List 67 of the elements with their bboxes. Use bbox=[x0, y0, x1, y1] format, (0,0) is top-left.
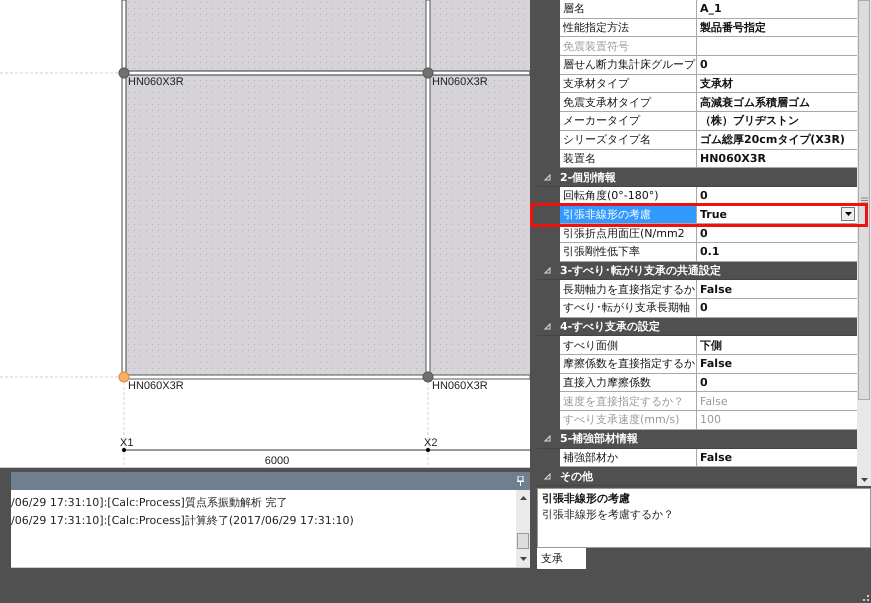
property-name[interactable]: 摩擦係数を直接指定するか bbox=[560, 355, 697, 374]
property-name[interactable]: 引張剛性低下率 bbox=[560, 242, 697, 262]
category-label: その他 bbox=[560, 468, 593, 484]
property-value[interactable]: 支承材 bbox=[700, 76, 733, 92]
scroll-thumb[interactable] bbox=[517, 532, 529, 548]
category-header[interactable]: 4-すべり支承の設定 bbox=[537, 318, 857, 336]
property-value[interactable]: 下側 bbox=[700, 338, 722, 353]
scrollbar[interactable] bbox=[857, 0, 871, 486]
pin-icon[interactable] bbox=[517, 476, 524, 486]
property-value[interactable]: 0.1 bbox=[700, 245, 720, 258]
property-value[interactable]: False bbox=[700, 357, 732, 370]
axis-label: X2 bbox=[424, 437, 438, 449]
collapse-icon[interactable] bbox=[544, 323, 551, 330]
device-label: HN060X3R bbox=[432, 76, 488, 88]
category-header[interactable]: 3-すべり･転がり支承の共通設定 bbox=[537, 262, 857, 280]
tab[interactable]: 支承 bbox=[537, 548, 586, 569]
property-value[interactable]: True bbox=[700, 208, 728, 221]
caret-icon bbox=[844, 212, 852, 216]
property-name[interactable]: すべり･転がり支承長期軸 bbox=[560, 299, 697, 318]
property-name[interactable]: 直接入力摩擦係数 bbox=[560, 374, 697, 392]
down-arrow-icon[interactable] bbox=[520, 557, 526, 561]
property-value[interactable]: False bbox=[700, 450, 732, 464]
property-name[interactable]: 装置名 bbox=[560, 150, 697, 168]
property-name[interactable]: 免震支承材タイプ bbox=[560, 93, 697, 112]
grip-icon[interactable] bbox=[860, 196, 868, 204]
node-marker[interactable] bbox=[118, 372, 130, 382]
device-label: HN060X3R bbox=[128, 380, 184, 392]
node-marker[interactable] bbox=[422, 372, 434, 382]
property-name[interactable]: 性能指定方法 bbox=[560, 18, 697, 38]
category-label: 2-個別情報 bbox=[560, 170, 616, 185]
property-name[interactable]: シリーズタイプ名 bbox=[560, 130, 697, 150]
collapse-icon[interactable] bbox=[544, 174, 551, 181]
resize-grip-icon[interactable] bbox=[863, 595, 869, 601]
log-line: /06/29 17:31:10]:[Calc:Process]計算終了(2017/06/29 17:31:10) bbox=[11, 513, 355, 529]
category-header[interactable]: 5-補強部材情報 bbox=[537, 430, 857, 448]
collapse-icon[interactable] bbox=[544, 266, 551, 274]
description-title: 引張非線形の考慮 bbox=[542, 491, 631, 507]
collapse-icon[interactable] bbox=[544, 472, 551, 480]
property-name[interactable]: 長期軸力を直接指定するか bbox=[560, 280, 697, 299]
category-label: 5-補強部材情報 bbox=[560, 431, 638, 446]
property-name[interactable]: 層名 bbox=[560, 0, 697, 19]
log-line: /06/29 17:31:10]:[Calc:Process]質点系振動解析 完了 bbox=[11, 495, 288, 511]
category-label: 4-すべり支承の設定 bbox=[560, 319, 660, 334]
property-name[interactable]: 支承材タイプ bbox=[560, 74, 697, 94]
scrollbar[interactable] bbox=[516, 490, 530, 567]
property-name[interactable]: 補強部材か bbox=[560, 448, 697, 468]
property-name[interactable]: すべり面側 bbox=[560, 336, 697, 356]
axis-label: X1 bbox=[120, 437, 134, 449]
property-value[interactable]: 0 bbox=[700, 58, 708, 72]
collapse-icon[interactable] bbox=[544, 435, 551, 442]
property-value[interactable]: 0 bbox=[700, 189, 708, 202]
description-text: 引張非線形を考慮するか？ bbox=[542, 507, 675, 523]
property-value[interactable]: A_1 bbox=[700, 2, 722, 16]
device-label: HN060X3R bbox=[128, 76, 184, 88]
node-marker[interactable] bbox=[118, 68, 130, 78]
dropdown-button[interactable] bbox=[841, 207, 855, 222]
property-value[interactable]: False bbox=[700, 282, 732, 296]
property-name[interactable]: 層せん断力集計床グループ bbox=[560, 56, 697, 75]
device-label: HN060X3R bbox=[432, 380, 488, 392]
property-value[interactable]: 0 bbox=[700, 301, 708, 314]
dimension-value: 6000 bbox=[264, 455, 290, 467]
property-value[interactable]: 0 bbox=[700, 376, 708, 390]
property-value[interactable]: 0 bbox=[700, 226, 708, 240]
down-arrow-icon[interactable] bbox=[860, 478, 868, 482]
up-arrow-icon[interactable] bbox=[520, 496, 526, 500]
category-label: 3-すべり･転がり支承の共通設定 bbox=[560, 262, 722, 278]
property-name[interactable]: メーカータイプ bbox=[560, 112, 697, 131]
